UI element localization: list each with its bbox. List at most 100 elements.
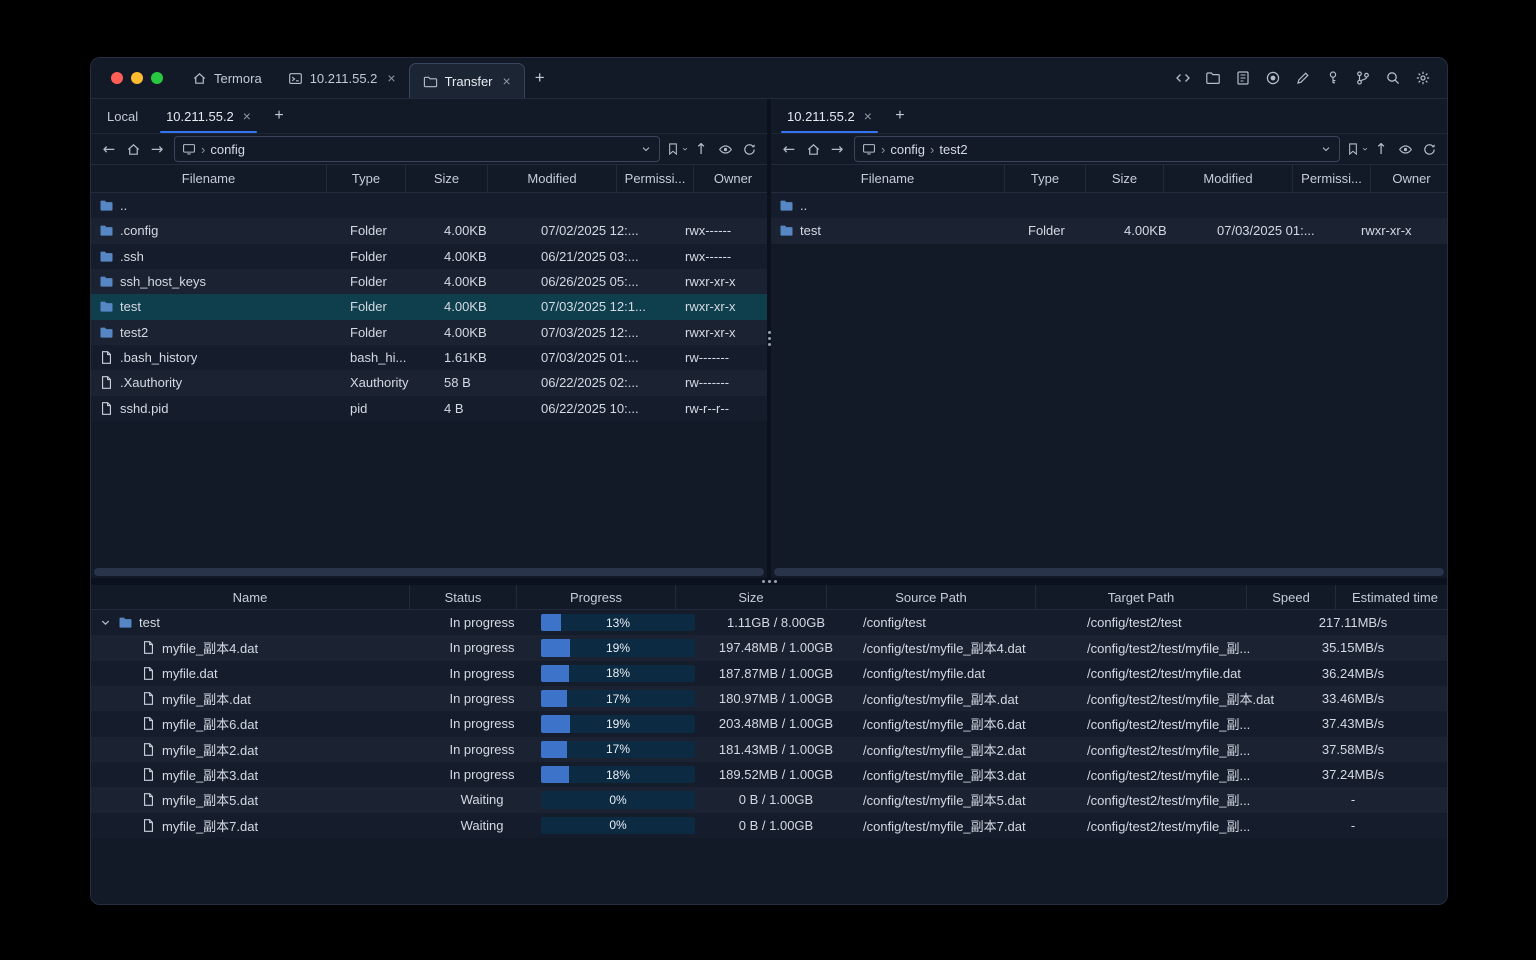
close-window-button[interactable]: [111, 72, 123, 84]
transfer-row[interactable]: myfile_副本6.dat In progress 19% 203.48MB / 1…: [91, 711, 1447, 737]
column-header-estimated-time[interactable]: Estimated time: [1336, 585, 1447, 609]
dropdown-chevron-icon[interactable]: [1320, 143, 1332, 155]
right-panel-bookmark-button[interactable]: [1345, 137, 1369, 161]
code-button[interactable]: [1171, 66, 1195, 90]
new-tab-button[interactable]: +: [525, 58, 555, 98]
size-cell: 0 B / 1.00GB: [738, 792, 814, 808]
column-header-permissi[interactable]: Permissi...: [617, 165, 694, 192]
column-header-type[interactable]: Type: [1005, 165, 1086, 192]
right-panel-new-tab-button[interactable]: +: [886, 99, 914, 133]
left-panel-home-button[interactable]: [121, 137, 145, 161]
transfer-row[interactable]: myfile.dat In progress 18% 187.87MB / 1.00G…: [91, 660, 1447, 686]
computer-icon: [182, 142, 196, 156]
close-tab-icon[interactable]: ×: [864, 109, 872, 123]
transfer-row[interactable]: myfile_副本4.dat In progress 19% 197.48MB / 1…: [91, 635, 1447, 661]
transfer-row[interactable]: myfile_副本7.dat Waiting 0% 0 B / 1.00GB/conf…: [91, 812, 1447, 838]
close-tab-icon[interactable]: ×: [503, 74, 511, 88]
left-panel-refresh-button[interactable]: [737, 137, 761, 161]
column-header-permissi[interactable]: Permissi...: [1293, 165, 1371, 192]
column-header-target-path[interactable]: Target Path: [1036, 585, 1247, 609]
record-button[interactable]: [1261, 66, 1285, 90]
transfer-row[interactable]: myfile_副本2.dat In progress 17% 181.43MB / 1…: [91, 736, 1447, 762]
file-row[interactable]: .ssh Folder 4.00KB 06/21/2025 03:... rwx----…: [91, 243, 767, 269]
file-row[interactable]: sshd.pid pid 4 B 06/22/2025 10:... rw-r--r--: [91, 395, 767, 421]
column-header-size[interactable]: Size: [676, 585, 827, 609]
column-header-owner[interactable]: Owner: [1371, 165, 1447, 192]
folder-button[interactable]: [1201, 66, 1225, 90]
column-header-speed[interactable]: Speed: [1247, 585, 1336, 609]
titlebar-tab-termora[interactable]: Termora: [179, 58, 275, 98]
right-panel-refresh-button[interactable]: [1417, 137, 1441, 161]
file-row[interactable]: test Folder 4.00KB 07/03/2025 01:... rwxr-xr…: [771, 218, 1447, 244]
right-panel-forward-button[interactable]: →: [825, 137, 849, 161]
right-panel-show-hidden-button[interactable]: [1393, 137, 1417, 161]
transfer-row[interactable]: myfile_副本3.dat In progress 18% 189.52MB / 1…: [91, 761, 1447, 788]
expand-chevron-icon[interactable]: [99, 616, 112, 629]
branch-button[interactable]: [1351, 66, 1375, 90]
left-panel-tab-10-211-55-2[interactable]: 10.211.55.2 ×: [152, 99, 265, 133]
left-panel-forward-button[interactable]: →: [145, 137, 169, 161]
column-header-modified[interactable]: Modified: [1164, 165, 1293, 192]
column-header-source-path[interactable]: Source Path: [827, 585, 1036, 609]
path-segment[interactable]: test2: [939, 142, 967, 157]
progress-fill: [541, 639, 571, 657]
right-panel-home-button[interactable]: [801, 137, 825, 161]
search-button[interactable]: [1381, 66, 1405, 90]
column-header-filename[interactable]: Filename: [771, 165, 1005, 192]
left-panel-tab-local[interactable]: Local: [93, 99, 152, 133]
file-row[interactable]: ssh_host_keys Folder 4.00KB 06/26/2025 05:.…: [91, 268, 767, 295]
dropdown-chevron-icon[interactable]: [640, 143, 652, 155]
column-header-owner[interactable]: Owner: [694, 165, 767, 192]
column-header-type[interactable]: Type: [327, 165, 406, 192]
key-button[interactable]: [1321, 66, 1345, 90]
transfer-row[interactable]: myfile_副本5.dat Waiting 0% 0 B / 1.00GB/conf…: [91, 787, 1447, 813]
column-header-size[interactable]: Size: [406, 165, 488, 192]
file-row[interactable]: ..: [771, 193, 1447, 219]
settings-button[interactable]: [1411, 66, 1435, 90]
file-row[interactable]: .Xauthority Xauthority 58 B 06/22/2025 02:.…: [91, 370, 767, 396]
scrollbar-thumb[interactable]: [94, 568, 764, 576]
column-header-progress[interactable]: Progress: [517, 585, 676, 609]
transfer-row[interactable]: myfile_副本.dat In progress 17% 180.97MB / 1.…: [91, 685, 1447, 712]
titlebar-tabs: Termora 10.211.55.2 × Transfer ×: [179, 58, 525, 98]
horizontal-splitter[interactable]: [91, 578, 1447, 585]
left-panel-bookmark-button[interactable]: [665, 137, 689, 161]
file-row[interactable]: .config Folder 4.00KB 07/02/2025 12:... rwx-…: [91, 218, 767, 244]
file-row[interactable]: ..: [91, 193, 767, 219]
bookmark-icon: [666, 142, 680, 156]
left-panel-up-button[interactable]: ↑: [689, 137, 713, 161]
right-panel-path-field[interactable]: › config › test2: [854, 136, 1340, 162]
speed-cell: 37.43MB/s: [1321, 716, 1385, 732]
transfer-row[interactable]: test In progress 13% 1.11GB / 8.00GB/config…: [91, 610, 1447, 636]
close-tab-icon[interactable]: ×: [243, 109, 251, 123]
column-header-modified[interactable]: Modified: [488, 165, 617, 192]
file-row[interactable]: .bash_history bash_hi... 1.61KB 07/03/2025 …: [91, 344, 767, 371]
titlebar-tab-10-211-55-2[interactable]: 10.211.55.2 ×: [275, 58, 409, 98]
source-path-cell: /config/test/myfile_副本6.dat: [863, 717, 1026, 733]
close-tab-icon[interactable]: ×: [387, 71, 395, 85]
left-panel-new-tab-button[interactable]: +: [265, 99, 293, 133]
path-segment[interactable]: config: [210, 142, 245, 157]
right-panel-up-button[interactable]: ↑: [1369, 137, 1393, 161]
left-panel-show-hidden-button[interactable]: [713, 137, 737, 161]
file-row[interactable]: test Folder 4.00KB 07/03/2025 12:1... rwxr-x…: [91, 294, 767, 320]
edit-button[interactable]: [1291, 66, 1315, 90]
left-panel-tabs: Local 10.211.55.2 × +: [91, 99, 767, 134]
permissions-cell: rw-------: [685, 350, 730, 366]
left-panel-back-button[interactable]: ←: [97, 137, 121, 161]
column-header-filename[interactable]: Filename: [91, 165, 327, 192]
journal-button[interactable]: [1231, 66, 1255, 90]
file-row[interactable]: test2 Folder 4.00KB 07/03/2025 12:... rwxr-x…: [91, 319, 767, 345]
scrollbar-thumb[interactable]: [774, 568, 1444, 576]
column-header-name[interactable]: Name: [91, 585, 410, 609]
column-header-status[interactable]: Status: [410, 585, 517, 609]
left-panel-path-field[interactable]: › config: [174, 136, 660, 162]
right-panel-tab-10-211-55-2[interactable]: 10.211.55.2 ×: [773, 99, 886, 133]
path-segment[interactable]: config: [890, 142, 925, 157]
minimize-window-button[interactable]: [131, 72, 143, 84]
right-panel-back-button[interactable]: ←: [777, 137, 801, 161]
zoom-window-button[interactable]: [151, 72, 163, 84]
transfer-name-cell: test: [91, 610, 425, 635]
titlebar-tab-transfer[interactable]: Transfer ×: [408, 63, 525, 98]
column-header-size[interactable]: Size: [1086, 165, 1164, 192]
